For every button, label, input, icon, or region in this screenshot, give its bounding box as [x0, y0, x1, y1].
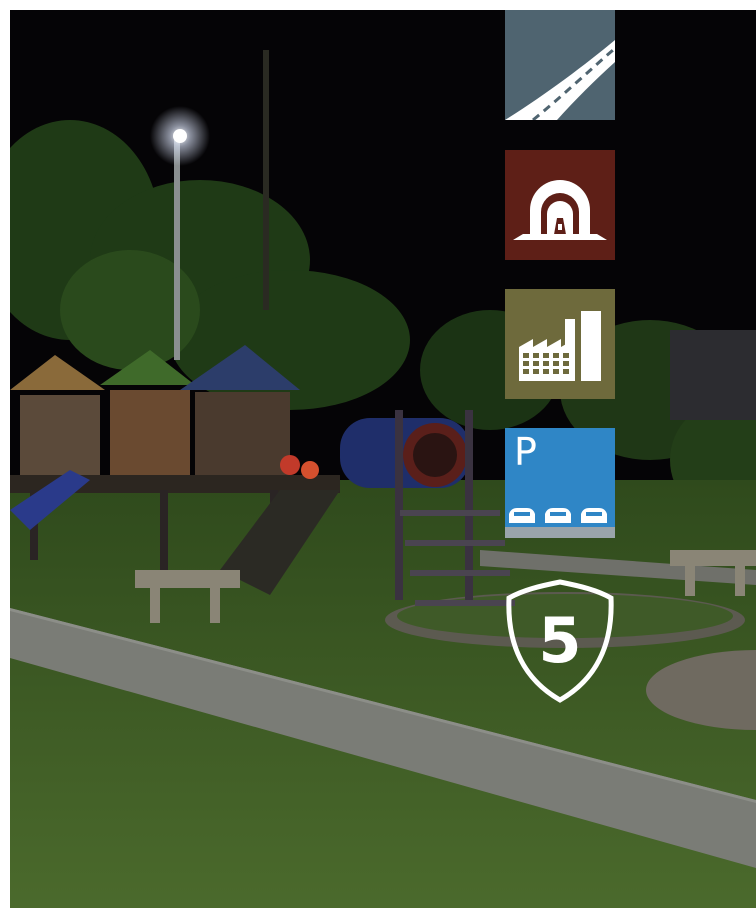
shield-icon: 5	[505, 576, 615, 704]
shield-number: 5	[538, 604, 582, 677]
night-playground-photo	[10, 10, 756, 908]
tunnel-icon	[505, 150, 615, 260]
industry-icon	[505, 289, 615, 399]
lamp-post	[174, 140, 180, 360]
parking-icon: P	[505, 428, 615, 538]
road-icon	[505, 10, 615, 120]
